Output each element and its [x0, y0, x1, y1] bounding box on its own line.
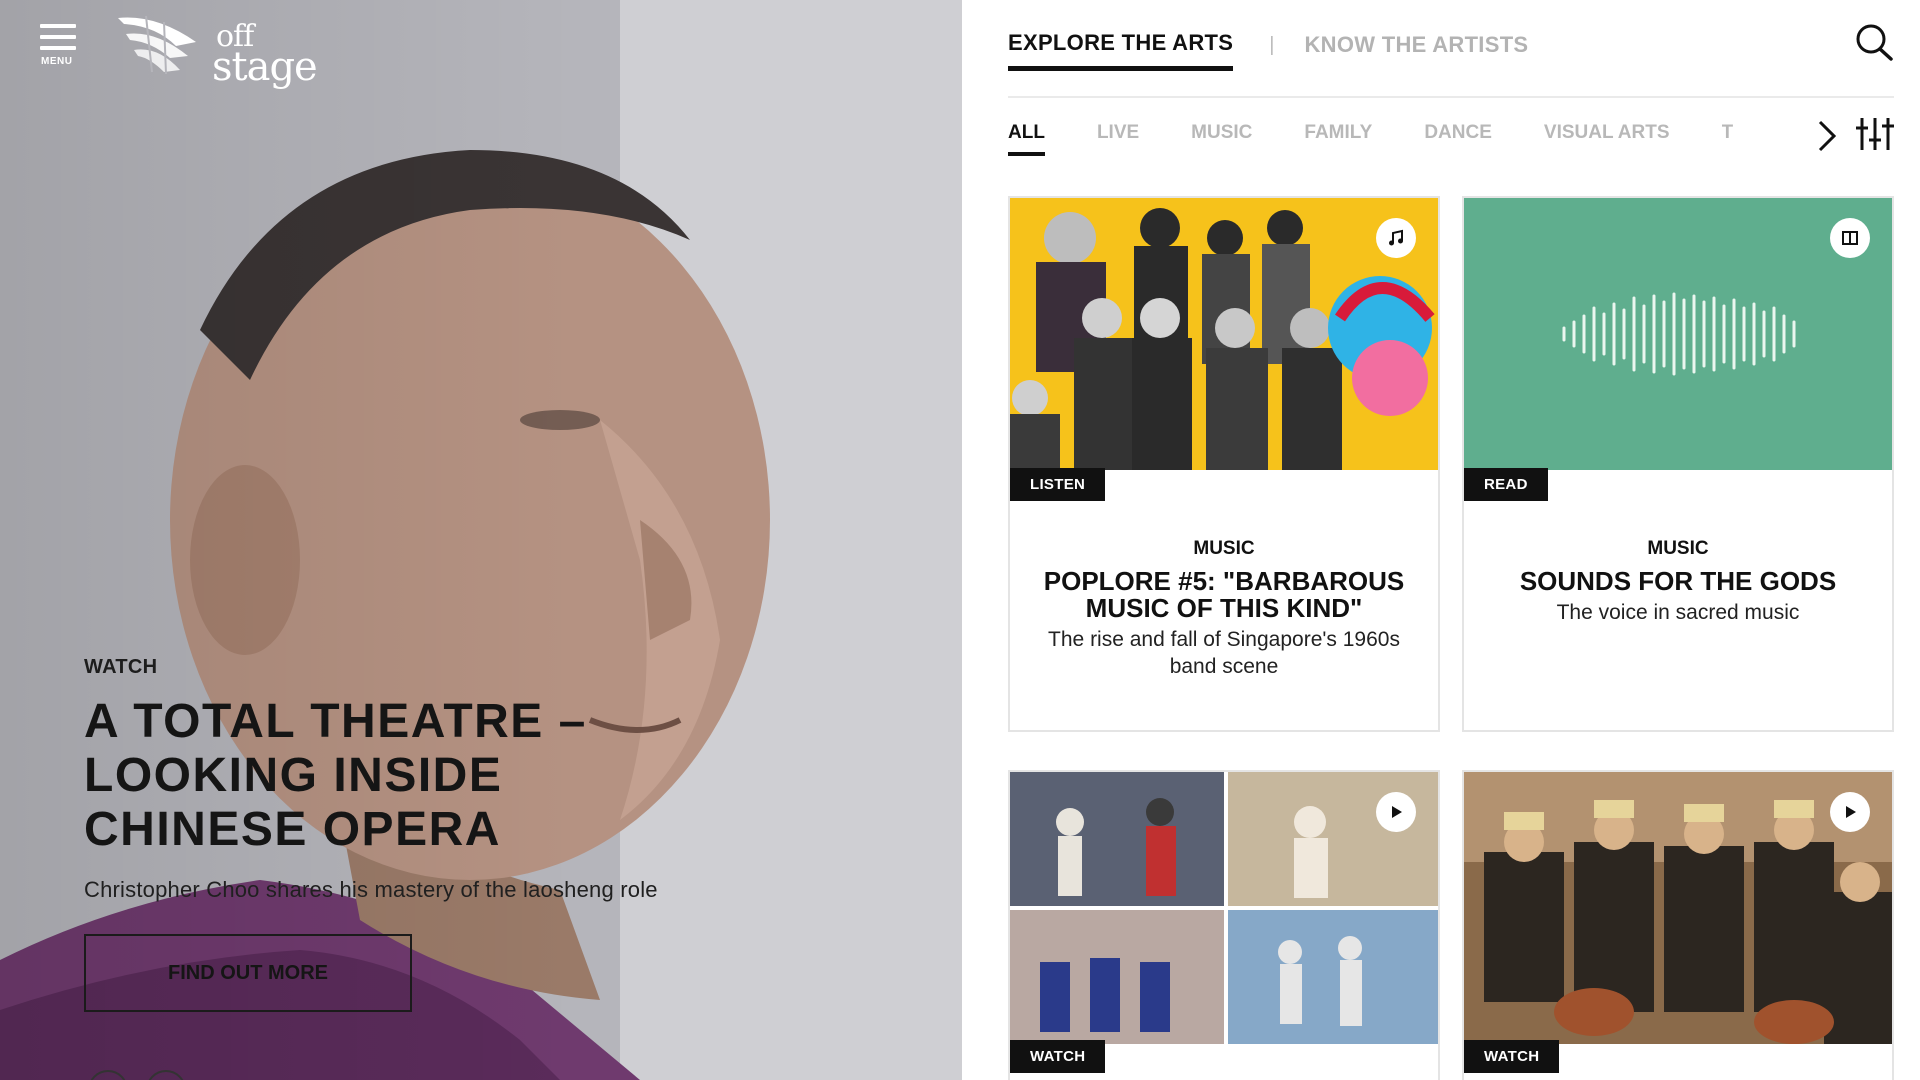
filter-sliders-icon[interactable] — [1856, 114, 1894, 154]
tab-explore-the-arts[interactable]: EXPLORE THE ARTS — [1008, 30, 1234, 71]
site-logo[interactable]: off stage — [116, 12, 318, 87]
search-icon[interactable] — [1854, 22, 1894, 62]
card-description: The rise and fall of Singapore's 1960s b… — [1048, 628, 1400, 678]
article-card[interactable]: LISTEN MUSIC POPLORE #5: "BARBAROUS MUSI… — [1008, 196, 1440, 732]
tab-separator: | — [1269, 33, 1275, 56]
hamburger-icon — [40, 24, 76, 28]
card-badge-read: READ — [1464, 468, 1548, 501]
logo-text-stage: stage — [212, 44, 318, 90]
filter-all[interactable]: ALL — [1008, 122, 1045, 156]
play-icon[interactable] — [1376, 792, 1416, 832]
card-image — [1010, 772, 1438, 1044]
slide-dot[interactable] — [146, 1070, 186, 1080]
card-title[interactable]: POPLORE #5: "BARBAROUS MUSIC OF THIS KIN… — [1040, 568, 1408, 622]
article-card[interactable]: READ MUSIC SOUNDS FOR THE GODS The voice… — [1462, 196, 1894, 732]
card-image — [1464, 198, 1892, 470]
hero-title[interactable]: A TOTAL THEATRE – LOOKING INSIDE CHINESE… — [84, 695, 684, 857]
header-divider — [1008, 96, 1894, 98]
menu-label: MENU — [41, 56, 73, 67]
hero-kicker: WATCH — [84, 656, 158, 678]
card-image — [1464, 772, 1892, 1044]
section-tabs: EXPLORE THE ARTS | KNOW THE ARTISTS — [1008, 30, 1528, 71]
card-image — [1010, 198, 1438, 470]
card-category: MUSIC — [1193, 538, 1255, 559]
card-badge-watch: WATCH — [1010, 1040, 1106, 1073]
hero-subtitle: Christopher Choo shares his mastery of t… — [84, 877, 658, 902]
slide-pagination — [88, 1070, 186, 1080]
filter-music[interactable]: MUSIC — [1191, 122, 1252, 152]
filter-visual-arts[interactable]: VISUAL ARTS — [1544, 122, 1670, 152]
find-out-more-button[interactable]: FIND OUT MORE — [84, 934, 412, 1012]
card-body: MUSIC SOUNDS FOR THE GODS The voice in s… — [1464, 538, 1892, 626]
video-card[interactable]: WATCH — [1462, 770, 1894, 1080]
card-category: MUSIC — [1647, 538, 1709, 559]
card-badge-watch: WATCH — [1464, 1040, 1560, 1073]
logo-wordmark: off stage — [212, 22, 318, 88]
slide-dot[interactable] — [88, 1070, 128, 1080]
content-panel: EXPLORE THE ARTS | KNOW THE ARTISTS ALL … — [962, 0, 1920, 1080]
band-collage-image — [1010, 198, 1438, 470]
sound-wave-image — [1464, 198, 1892, 470]
hamburger-icon-bar — [40, 35, 76, 39]
hero-copy: WATCH A TOTAL THEATRE – LOOKING INSIDE C… — [84, 656, 804, 903]
filter-dance[interactable]: DANCE — [1424, 122, 1492, 152]
video-card[interactable]: WATCH — [1008, 770, 1440, 1080]
hamburger-icon-bar — [40, 46, 76, 50]
filter-family[interactable]: FAMILY — [1304, 122, 1372, 152]
music-note-icon[interactable] — [1376, 218, 1416, 258]
card-badge-listen: LISTEN — [1010, 468, 1106, 501]
card-title[interactable]: SOUNDS FOR THE GODS — [1494, 568, 1862, 595]
logo-mark-icon — [118, 15, 196, 75]
filter-truncated[interactable]: T — [1722, 122, 1736, 152]
hero-overlay — [0, 0, 962, 1080]
tab-know-the-artists[interactable]: KNOW THE ARTISTS — [1304, 32, 1528, 68]
ensemble-photo-image — [1464, 772, 1892, 1044]
hero-banner: MENU off stage WATCH A TOTAL THEATRE – L… — [0, 0, 962, 1080]
category-filters: ALL LIVE MUSIC FAMILY DANCE VISUAL ARTS … — [1008, 122, 1736, 162]
play-icon[interactable] — [1830, 792, 1870, 832]
card-body: MUSIC POPLORE #5: "BARBAROUS MUSIC OF TH… — [1010, 538, 1438, 680]
filter-live[interactable]: LIVE — [1097, 122, 1139, 152]
card-description: The voice in sacred music — [1556, 601, 1800, 624]
musicians-collage-image — [1010, 772, 1438, 1044]
menu-button[interactable]: MENU — [40, 24, 80, 68]
book-icon[interactable] — [1830, 218, 1870, 258]
chevron-right-icon[interactable] — [1812, 116, 1840, 156]
